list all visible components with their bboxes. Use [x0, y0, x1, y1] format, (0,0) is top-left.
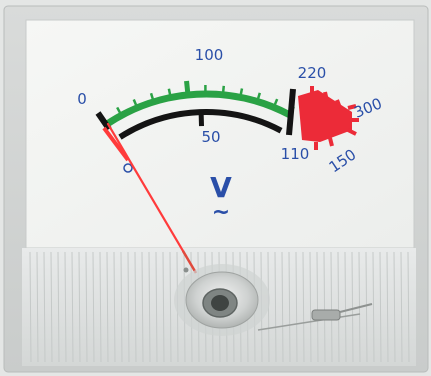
outer-minor-tick	[167, 88, 172, 98]
voltmeter-photo: 0 100 220 300 50 110 150 V ~	[0, 0, 431, 376]
red-zone-tick	[328, 137, 334, 147]
outer-label-100: 100	[195, 46, 224, 64]
ac-symbol: ~	[212, 200, 230, 225]
outer-label-220: 220	[298, 64, 327, 82]
red-zone-tick	[335, 99, 342, 109]
red-zone-tick	[323, 91, 329, 102]
pivot-hub	[174, 264, 270, 336]
inner-label-50: 50	[201, 128, 220, 146]
outer-minor-tick	[221, 85, 226, 95]
end-stop-bar	[286, 88, 296, 136]
outer-label-0: 0	[77, 90, 87, 108]
outer-minor-tick	[239, 88, 244, 98]
inner-label-110: 110	[281, 145, 310, 163]
outer-major-tick	[184, 80, 191, 96]
